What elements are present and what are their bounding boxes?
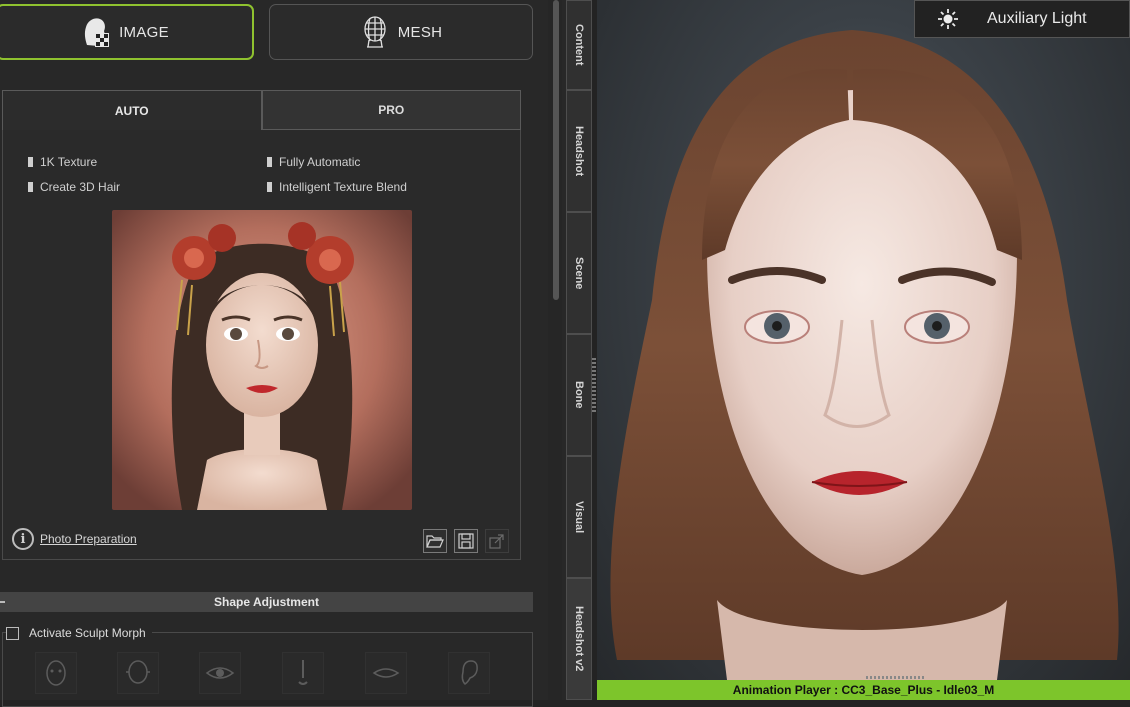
save-photo-button[interactable] xyxy=(454,529,478,553)
morph-mouth-button[interactable] xyxy=(365,652,407,694)
feature-label: 1K Texture xyxy=(40,155,98,169)
open-photo-button[interactable] xyxy=(423,529,447,553)
character-render xyxy=(610,30,1119,680)
activate-sculpt-morph-row: Activate Sculpt Morph xyxy=(6,626,152,640)
eye-icon xyxy=(205,667,235,679)
morph-eye-button[interactable] xyxy=(199,652,241,694)
feature-bullet xyxy=(267,157,272,167)
tab-pro[interactable]: PRO xyxy=(261,90,521,130)
left-panel: IMAGE MESH AUTO PRO 1K Texture Fully Aut… xyxy=(0,0,566,707)
head-icon xyxy=(126,660,150,684)
mouth-icon xyxy=(372,668,400,678)
viewport-splitter-grip[interactable] xyxy=(866,676,924,679)
info-icon[interactable]: i xyxy=(12,528,34,550)
sculpt-morph-checkbox[interactable] xyxy=(6,626,19,640)
photo-preparation-row: i Photo Preparation xyxy=(12,528,137,550)
photo-preparation-link[interactable]: Photo Preparation xyxy=(40,532,137,546)
collapse-indicator xyxy=(0,601,5,603)
morph-head-button[interactable] xyxy=(117,652,159,694)
image-mode-button[interactable]: IMAGE xyxy=(0,4,254,60)
side-tab-scene[interactable]: Scene xyxy=(566,212,592,334)
feature-fully-automatic: Fully Automatic xyxy=(267,155,360,169)
mesh-mode-label: MESH xyxy=(397,23,443,41)
feature-1k-texture: 1K Texture xyxy=(28,155,97,169)
splitter-grip[interactable] xyxy=(592,358,596,414)
mode-tabs: AUTO PRO xyxy=(2,90,521,130)
side-tab-label: Visual xyxy=(573,500,585,534)
morph-nose-button[interactable] xyxy=(282,652,324,694)
tab-pro-label: PRO xyxy=(378,103,405,117)
mesh-mode-button[interactable]: MESH xyxy=(269,4,533,60)
nose-icon xyxy=(298,660,308,685)
feature-bullet xyxy=(28,157,33,167)
side-tab-headshot-v2[interactable]: Headshot v2 xyxy=(566,578,592,700)
3d-viewport[interactable] xyxy=(597,0,1130,680)
side-tab-label: Headshot v2 xyxy=(573,606,585,672)
feature-texture-blend: Intelligent Texture Blend xyxy=(267,180,407,194)
side-tab-headshot[interactable]: Headshot xyxy=(566,90,592,212)
side-tab-content[interactable]: Content xyxy=(566,0,592,90)
side-tab-label: Content xyxy=(573,24,585,66)
feature-label: Create 3D Hair xyxy=(40,180,121,194)
feature-label: Fully Automatic xyxy=(279,155,361,169)
scrollbar-thumb[interactable] xyxy=(553,0,559,300)
side-tab-bone[interactable]: Bone xyxy=(566,334,592,456)
side-tab-visual[interactable]: Visual xyxy=(566,456,592,578)
sun-icon xyxy=(938,9,958,29)
auxiliary-light-label: Auxiliary Light xyxy=(987,10,1087,27)
animation-player-bar[interactable]: Animation Player : CC3_Base_Plus - Idle0… xyxy=(597,680,1130,700)
side-tab-label: Bone xyxy=(573,381,585,409)
section-title: Shape Adjustment xyxy=(214,595,319,609)
folder-open-icon xyxy=(426,535,444,548)
side-tab-label: Headshot xyxy=(573,125,585,177)
morph-face-button[interactable] xyxy=(35,652,77,694)
feature-label: Intelligent Texture Blend xyxy=(279,180,407,194)
shape-adjustment-header[interactable]: Shape Adjustment xyxy=(0,592,533,612)
mesh-head-icon xyxy=(364,16,386,48)
feature-bullet xyxy=(267,182,272,192)
side-tab-label: Scene xyxy=(573,256,585,290)
feature-bullet xyxy=(28,182,33,192)
morph-ear-button[interactable] xyxy=(448,652,490,694)
save-icon xyxy=(458,533,474,549)
head-checker-icon xyxy=(84,18,110,47)
tab-auto[interactable]: AUTO xyxy=(2,90,262,130)
sculpt-morph-label: Activate Sculpt Morph xyxy=(29,626,146,640)
face-icon xyxy=(46,660,66,686)
source-portrait-image[interactable] xyxy=(112,210,412,510)
tab-auto-label: AUTO xyxy=(114,103,149,118)
ear-icon xyxy=(461,660,478,685)
export-photo-button[interactable] xyxy=(485,529,509,553)
animation-player-label: Animation Player : CC3_Base_Plus - Idle0… xyxy=(732,683,995,697)
image-mode-label: IMAGE xyxy=(119,23,169,41)
auxiliary-light-button[interactable]: Auxiliary Light xyxy=(914,0,1130,38)
feature-create-3d-hair: Create 3D Hair xyxy=(28,180,120,194)
export-icon xyxy=(489,534,504,549)
